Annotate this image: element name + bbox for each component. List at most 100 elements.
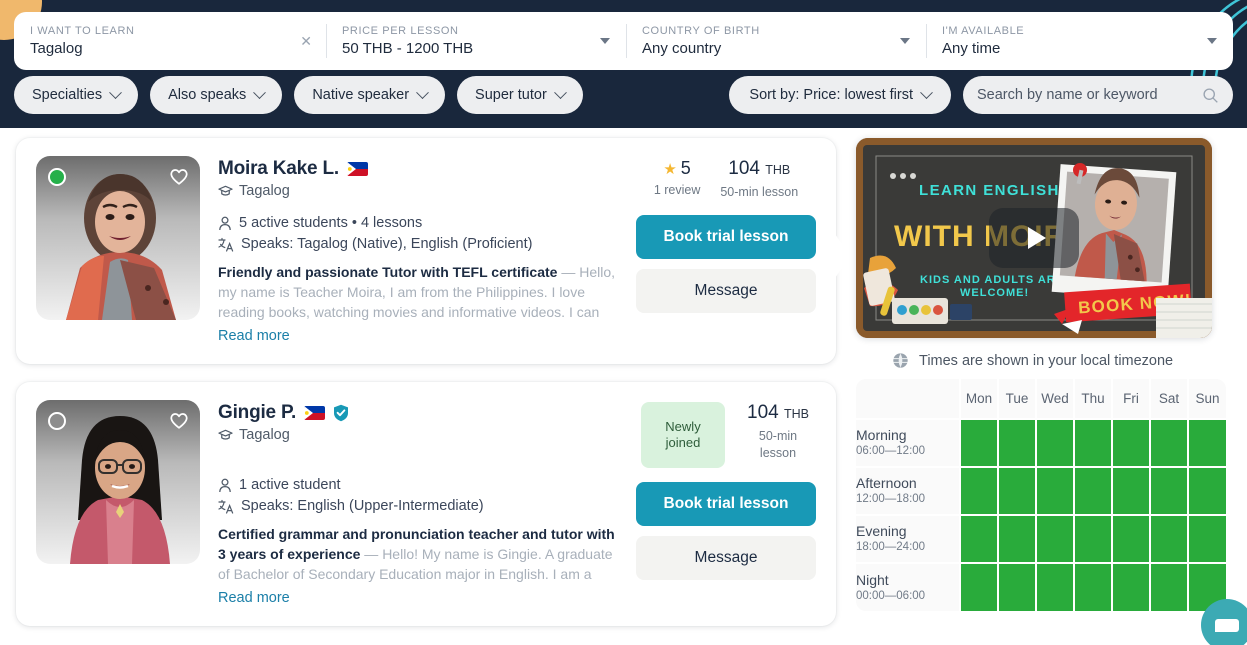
message-button[interactable]: Message (636, 269, 816, 313)
message-button[interactable]: Message (636, 536, 816, 580)
period-range: 06:00—12:00 (856, 445, 926, 457)
tutor-meta: 1 active student Speaks: English (Upper-… (218, 475, 618, 517)
schedule-slot[interactable] (1111, 418, 1150, 467)
period-name: Night (856, 571, 889, 588)
filter-label: I WANT TO LEARN (30, 25, 135, 37)
rating-value: 5 (680, 158, 691, 178)
video-card[interactable]: LEARN ENGLISH WITH MOIRA! KIDS AND ADULT… (856, 138, 1212, 338)
filter-label: COUNTRY OF BIRTH (642, 25, 760, 37)
pill-label: Native speaker (312, 87, 410, 103)
schedule-slot[interactable] (959, 466, 998, 515)
pill-label: Also speaks (168, 87, 247, 103)
schedule-slot[interactable] (1111, 514, 1150, 563)
chevron-down-icon (416, 85, 429, 99)
search-input[interactable]: Search by name or keyword (963, 76, 1233, 114)
play-button[interactable] (989, 208, 1079, 268)
chevron-down-icon[interactable] (600, 38, 610, 44)
schedule-slot[interactable] (1035, 514, 1074, 563)
schedule-slot[interactable] (959, 514, 998, 563)
price-currency: THB (765, 163, 791, 177)
filter-i-want-to-learn[interactable]: I WANT TO LEARN Tagalog ✕ (14, 12, 326, 70)
tutor-speaks-row: Speaks: English (Upper-Intermediate) (218, 496, 618, 517)
schedule-day-tue: Tue (997, 379, 1036, 419)
schedule-slot[interactable] (959, 418, 998, 467)
schedule-header-row: Mon Tue Wed Thu Fri Sat Sun (856, 379, 1226, 419)
schedule-slot[interactable] (1073, 514, 1112, 563)
tutor-name[interactable]: Gingie P. (218, 402, 296, 424)
schedule-slot[interactable] (1149, 466, 1188, 515)
favorite-heart-icon[interactable] (168, 165, 190, 187)
schedule-slot[interactable] (1149, 514, 1188, 563)
filter-bar: I WANT TO LEARN Tagalog ✕ PRICE PER LESS… (14, 12, 1233, 70)
schedule-slot[interactable] (1187, 514, 1226, 563)
book-trial-lesson-button[interactable]: Book trial lesson (636, 215, 816, 259)
schedule-day-wed: Wed (1035, 379, 1074, 419)
schedule-slot[interactable] (1149, 562, 1188, 611)
period-range: 12:00—18:00 (856, 493, 926, 505)
filter-price-per-lesson[interactable]: PRICE PER LESSON 50 THB - 1200 THB (326, 12, 626, 70)
schedule-slot[interactable] (1111, 466, 1150, 515)
schedule-slot[interactable] (1035, 562, 1074, 611)
filter-pill-native-speaker[interactable]: Native speaker (294, 76, 446, 114)
chevron-down-icon[interactable] (900, 38, 910, 44)
filter-pill-specialties[interactable]: Specialties (14, 76, 139, 114)
video-line3a: KIDS AND ADULTS ARE (920, 274, 1064, 286)
schedule-slot[interactable] (997, 466, 1036, 515)
schedule-slot[interactable] (1187, 466, 1226, 515)
schedule-slot[interactable] (1035, 466, 1074, 515)
tutor-card[interactable]: Gingie P. Tagalog 1 active student Speak… (16, 382, 836, 626)
read-more-link[interactable]: Read more (218, 328, 618, 344)
schedule-slot[interactable] (1149, 418, 1188, 467)
schedule-period-night: Night 00:00—06:00 (856, 562, 960, 611)
tutor-description: Friendly and passionate Tutor with TEFL … (218, 262, 618, 322)
schedule-slot[interactable] (997, 514, 1036, 563)
tutor-name[interactable]: Moira Kake L. (218, 158, 339, 180)
filter-pill-super-tutor[interactable]: Super tutor (457, 76, 583, 114)
schedule-slot[interactable] (1187, 418, 1226, 467)
secondary-filter-row: Specialties Also speaks Native speaker S… (14, 76, 1233, 114)
filter-pill-also-speaks[interactable]: Also speaks (150, 76, 283, 114)
offline-status-indicator (48, 412, 66, 430)
translate-icon (218, 499, 234, 514)
schedule-slot[interactable] (959, 562, 998, 611)
tutor-name-row: Gingie P. (218, 402, 618, 424)
tutor-meta: 5 active students • 4 lessons Speaks: Ta… (218, 213, 618, 255)
period-name: Afternoon (856, 475, 917, 491)
period-range: 00:00—06:00 (856, 589, 926, 602)
person-icon (219, 216, 231, 231)
favorite-heart-icon[interactable] (168, 409, 190, 431)
status-badge: Newly joined (641, 402, 725, 468)
philippines-flag-icon (304, 406, 326, 420)
search-header: I WANT TO LEARN Tagalog ✕ PRICE PER LESS… (0, 0, 1247, 128)
filter-value: 50 THB - 1200 THB (342, 40, 474, 57)
filter-value: Any time (942, 40, 1001, 57)
chevron-down-icon (920, 85, 933, 99)
filter-value: Any country (642, 40, 722, 57)
sort-dropdown[interactable]: Sort by: Price: lowest first (729, 76, 951, 114)
filter-country-of-birth[interactable]: COUNTRY OF BIRTH Any country (626, 12, 926, 70)
schedule-slot[interactable] (1111, 562, 1150, 611)
price-row: ★ 5 1 review 104 THB 50-min lesson (636, 158, 816, 201)
schedule-table: Mon Tue Wed Thu Fri Sat Sun Morning 06:0… (856, 379, 1226, 611)
schedule-slot[interactable] (1035, 418, 1074, 467)
tutor-name-row: Moira Kake L. (218, 158, 618, 180)
schedule-day-fri: Fri (1111, 379, 1150, 419)
price-row: Newly joined 104 THB 50-min lesson (636, 402, 816, 468)
chat-bubble-icon[interactable] (1201, 599, 1247, 645)
video-thumbnail[interactable]: LEARN ENGLISH WITH MOIRA! KIDS AND ADULT… (856, 138, 1212, 338)
book-trial-lesson-button[interactable]: Book trial lesson (636, 482, 816, 526)
schedule-slot[interactable] (997, 562, 1036, 611)
schedule-slot[interactable] (1073, 562, 1112, 611)
schedule-slot[interactable] (1073, 418, 1112, 467)
clear-icon[interactable]: ✕ (300, 34, 312, 48)
tutor-card[interactable]: Moira Kake L. Tagalog 5 active students … (16, 138, 850, 364)
schedule-slot[interactable] (997, 418, 1036, 467)
avatar[interactable] (36, 400, 200, 564)
tutor-speaks-text: Speaks: English (Upper-Intermediate) (241, 498, 484, 514)
globe-icon (893, 353, 908, 368)
avatar[interactable] (36, 156, 200, 320)
filter-im-available[interactable]: I'M AVAILABLE Any time (926, 12, 1233, 70)
schedule-slot[interactable] (1073, 466, 1112, 515)
read-more-link[interactable]: Read more (218, 590, 618, 606)
chevron-down-icon[interactable] (1207, 38, 1217, 44)
